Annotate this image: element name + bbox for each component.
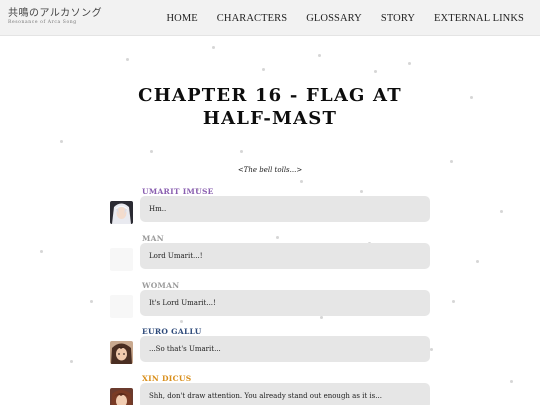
logo-text: 共鳴のアルカソング <box>8 8 103 19</box>
euro-avatar <box>110 341 133 364</box>
blank-avatar <box>110 295 133 318</box>
nav-story[interactable]: STORY <box>381 13 415 24</box>
dialogue-bubble: ...So that's Umarit... <box>140 336 430 362</box>
chapter-intro: <The bell tolls...> <box>237 166 303 174</box>
xin-avatar <box>110 388 133 405</box>
dialogue-bubble: Shh, don't draw attention. You already s… <box>140 383 430 405</box>
chapter-title: CHAPTER 16 - FLAG AT HALF-MAST <box>138 85 402 129</box>
dialogue-bubble: It's Lord Umarit...! <box>140 290 430 316</box>
dialogue-line: XIN DICUS Shh, don't draw attention. You… <box>110 374 430 405</box>
nav-characters[interactable]: CHARACTERS <box>217 13 287 24</box>
speaker-name: MAN <box>142 234 164 243</box>
main-menu: HOME CHARACTERS GLOSSARY STORY EXTERNAL … <box>147 0 524 36</box>
top-nav: 共鳴のアルカソング Resonance of Arca Song HOME CH… <box>0 0 540 36</box>
speaker-name: WOMAN <box>142 281 180 290</box>
blank-avatar <box>110 248 133 271</box>
speaker-name: XIN DICUS <box>142 374 192 383</box>
speaker-name: EURO GALLU <box>142 327 202 336</box>
speaker-name: UMARIT IMUSE <box>142 187 214 196</box>
logo-subtitle: Resonance of Arca Song <box>8 20 77 25</box>
dialogue-line: UMARIT IMUSE Hm.. <box>110 187 430 231</box>
umarit-avatar <box>110 201 133 224</box>
nav-external-links[interactable]: EXTERNAL LINKS <box>434 13 524 24</box>
dialogue-bubble: Lord Umarit...! <box>140 243 430 269</box>
nav-glossary[interactable]: GLOSSARY <box>306 13 362 24</box>
dialogue-line: MAN Lord Umarit...! <box>110 234 430 278</box>
nav-home[interactable]: HOME <box>166 13 197 24</box>
site-logo[interactable]: 共鳴のアルカソング Resonance of Arca Song <box>8 8 103 28</box>
dialogue-bubble: Hm.. <box>140 196 430 222</box>
dialogue-line: WOMAN It's Lord Umarit...! <box>110 281 430 325</box>
dialogue-line: EURO GALLU ...So that's Umarit... <box>110 327 430 371</box>
